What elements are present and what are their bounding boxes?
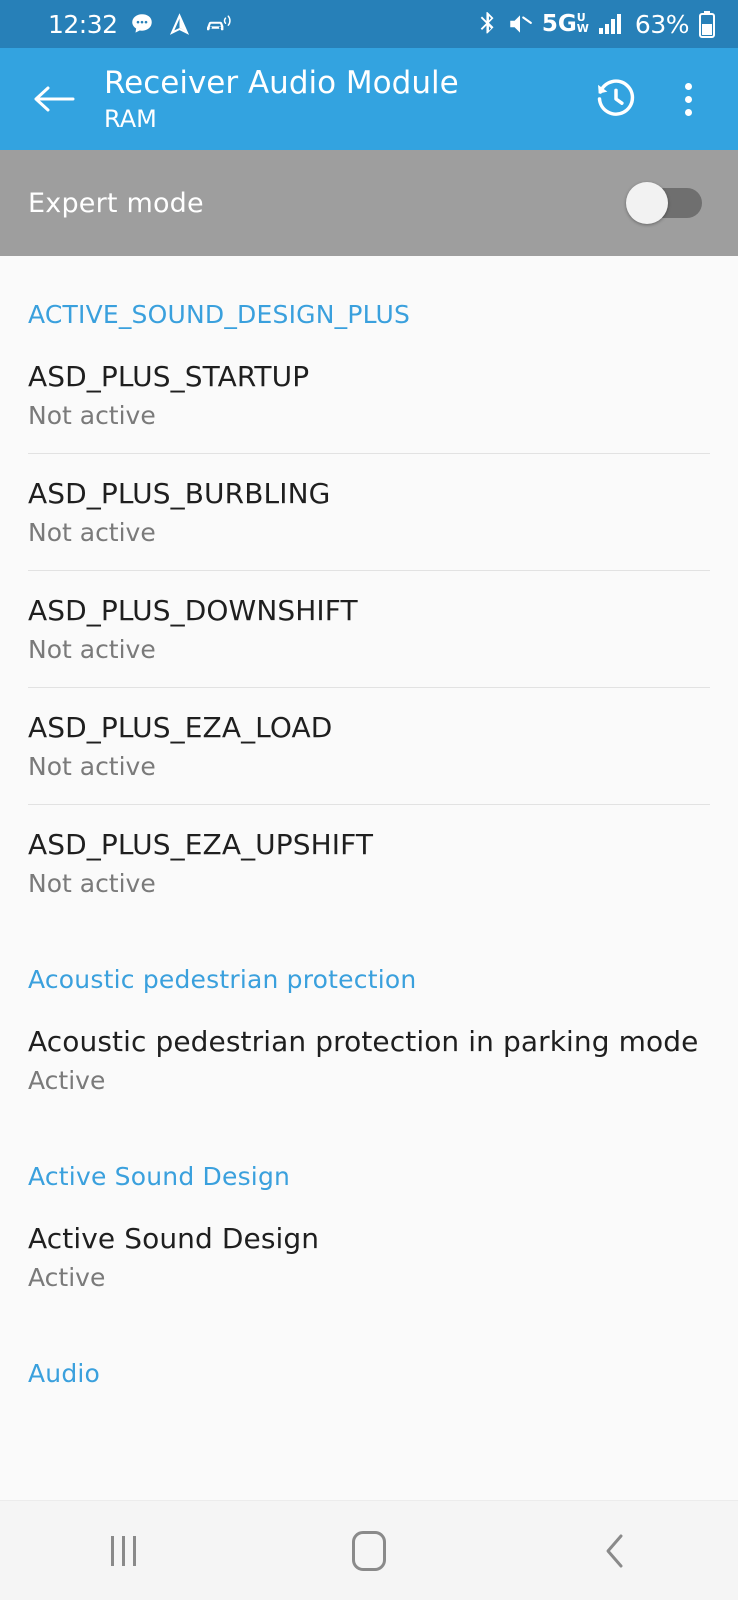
battery-percent-label: 63% <box>634 9 690 39</box>
section-header-acoustic-pedestrian-protection: Acoustic pedestrian protection <box>28 965 417 994</box>
history-icon[interactable] <box>590 73 642 125</box>
list-item-status: Active <box>28 1263 106 1292</box>
list-item-status: Not active <box>28 635 156 664</box>
list-item[interactable]: ASD_PLUS_EZA_LOAD Not active <box>0 688 738 804</box>
back-nav-button[interactable] <box>555 1511 675 1591</box>
bluetooth-icon <box>476 11 498 37</box>
overflow-menu-icon[interactable] <box>662 73 714 125</box>
list-item-status: Not active <box>28 752 156 781</box>
app-bar-actions <box>590 73 714 125</box>
list-item[interactable]: ASD_PLUS_EZA_UPSHIFT Not active <box>0 805 738 921</box>
list-item-title: ASD_PLUS_EZA_UPSHIFT <box>28 828 374 861</box>
section-header-audio: Audio <box>28 1359 101 1388</box>
home-button[interactable] <box>309 1511 429 1591</box>
list-item-title: ASD_PLUS_EZA_LOAD <box>28 711 333 744</box>
list-item[interactable]: Active Sound Design Active <box>0 1199 738 1315</box>
network-type-icon: 5G UW <box>542 11 589 37</box>
status-bar-right: 5G UW 63% <box>476 10 716 39</box>
list-item[interactable]: Acoustic pedestrian protection in parkin… <box>0 1002 738 1118</box>
recents-button[interactable] <box>63 1511 183 1591</box>
car-connected-icon <box>204 12 234 36</box>
page-title: Receiver Audio Module <box>104 65 459 101</box>
list-item-status: Active <box>28 1066 106 1095</box>
list-item-status: Not active <box>28 869 156 898</box>
section-header-active-sound-design: Active Sound Design <box>28 1162 291 1191</box>
section-header-active-sound-design-plus: ACTIVE_SOUND_DESIGN_PLUS <box>28 300 411 329</box>
network-sub-label: UW <box>576 11 589 35</box>
android-nav-bar <box>0 1500 738 1600</box>
home-icon <box>352 1530 386 1571</box>
signal-bars-icon <box>598 12 624 36</box>
network-label: 5G <box>541 11 577 37</box>
expert-mode-label: Expert mode <box>28 187 204 219</box>
page-subtitle: RAM <box>104 105 157 133</box>
navigation-arrow-icon <box>166 11 193 38</box>
back-button[interactable] <box>26 71 82 127</box>
app-bar-titles: Receiver Audio Module RAM <box>104 63 590 135</box>
app-bar: Receiver Audio Module RAM <box>0 48 738 150</box>
mute-icon <box>507 11 533 37</box>
status-bar-left: 12:32 <box>48 10 234 39</box>
list-item-status: Not active <box>28 518 156 547</box>
expert-mode-row[interactable]: Expert mode <box>0 150 738 256</box>
list-item[interactable]: ASD_PLUS_BURBLING Not active <box>0 454 738 570</box>
toggle-knob <box>626 182 668 224</box>
expert-mode-toggle[interactable] <box>626 182 702 224</box>
list-item[interactable]: ASD_PLUS_DOWNSHIFT Not active <box>0 571 738 687</box>
settings-list[interactable]: ACTIVE_SOUND_DESIGN_PLUS ASD_PLUS_STARTU… <box>0 256 738 1500</box>
list-item-status: Not active <box>28 401 156 430</box>
list-item-title: Acoustic pedestrian protection in parkin… <box>28 1025 699 1058</box>
back-chevron-icon <box>606 1534 623 1567</box>
list-item-title: ASD_PLUS_DOWNSHIFT <box>28 594 358 627</box>
recents-icon <box>110 1535 136 1566</box>
status-clock: 12:32 <box>48 9 118 39</box>
list-item-title: ASD_PLUS_STARTUP <box>28 360 310 393</box>
kebab-dots <box>684 82 692 116</box>
list-item-title: ASD_PLUS_BURBLING <box>28 477 331 510</box>
battery-icon <box>698 10 716 38</box>
list-item[interactable]: ASD_PLUS_STARTUP Not active <box>0 337 738 453</box>
list-item-title: Active Sound Design <box>28 1222 320 1255</box>
message-bubble-icon <box>129 11 155 37</box>
status-bar: 12:32 5G U W 63% <box>0 0 738 48</box>
phone-screen: 12:32 5G U W 63% Receiver Audio Module R… <box>0 0 738 1600</box>
